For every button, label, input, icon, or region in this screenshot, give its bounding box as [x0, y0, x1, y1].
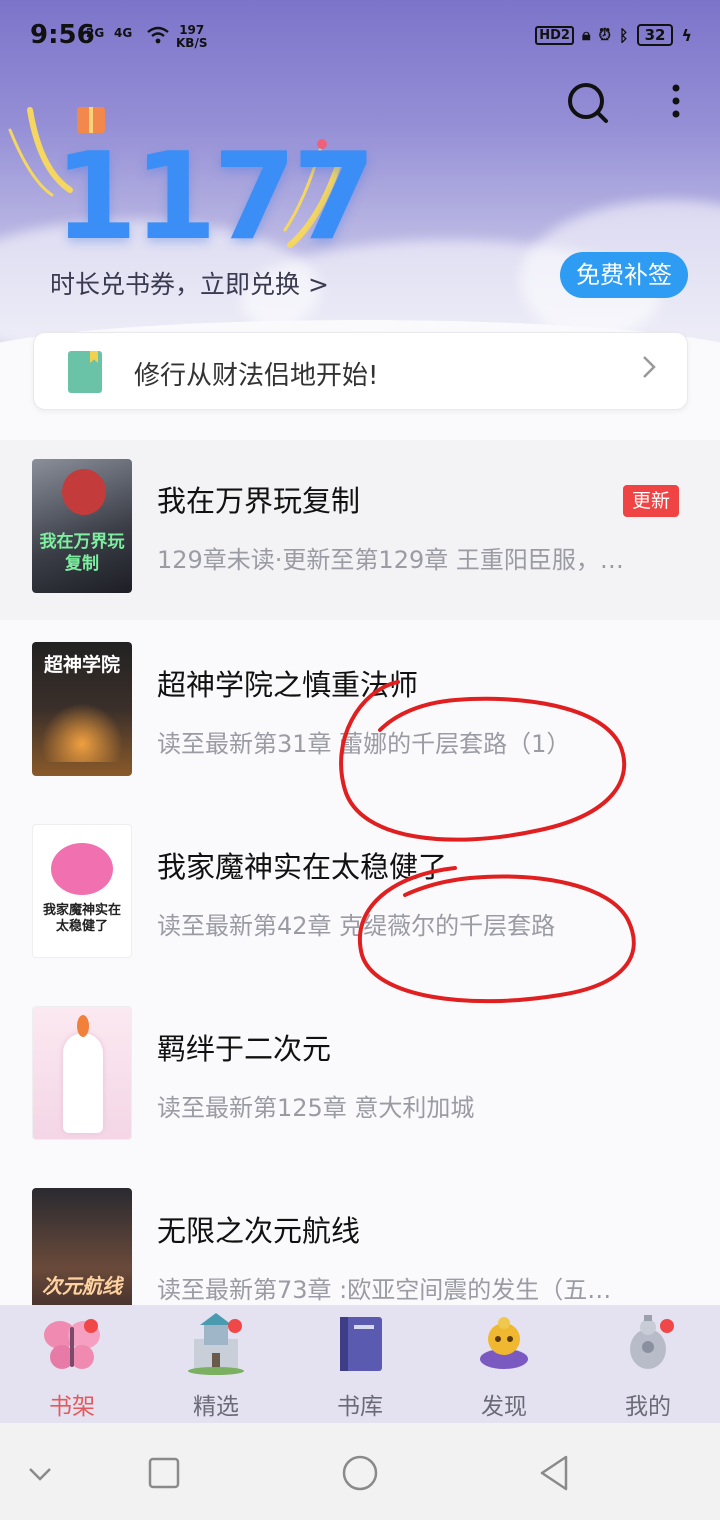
tab-featured[interactable]: 精选 — [144, 1305, 288, 1423]
book-progress: 读至最新第42章 克缇薇尔的千层套路 — [157, 912, 556, 940]
book-progress: 读至最新第31章 蕾娜的千层套路（1） — [157, 730, 571, 758]
book-icon — [330, 1313, 390, 1375]
notification-dot — [660, 1319, 674, 1333]
signal-2g: 2G — [86, 26, 105, 40]
signal-4g: 4G — [114, 26, 133, 40]
genie-lamp-icon — [474, 1313, 534, 1375]
chevron-right-icon — [641, 353, 657, 389]
home-icon[interactable] — [338, 1451, 382, 1495]
tab-discover[interactable]: 发现 — [432, 1305, 576, 1423]
book-title: 我家魔神实在太稳健了 — [157, 850, 448, 884]
tab-library[interactable]: 书库 — [288, 1305, 432, 1423]
book-progress: 读至最新第73章 :欧亚空间震的发生（五… — [157, 1276, 612, 1304]
book-title: 羁绊于二次元 — [157, 1032, 332, 1066]
tab-bookshelf[interactable]: 书架 — [0, 1305, 144, 1423]
charging-icon: ϟ — [681, 25, 692, 45]
book-cover: 我家魔神实在太稳健了 — [32, 824, 132, 958]
cover-art — [63, 1033, 103, 1133]
bookmark-book-icon — [68, 351, 102, 393]
wifi-icon — [146, 26, 170, 48]
more-menu-icon[interactable] — [654, 80, 698, 126]
book-cover: 我在万界玩复制 — [32, 459, 132, 593]
cover-title: 我在万界玩复制 — [39, 532, 125, 574]
banner-text: 修行从财法侣地开始! — [134, 361, 379, 391]
hd-label: HD2 — [535, 25, 574, 45]
tab-label: 发现 — [481, 1394, 527, 1420]
status-right-icons: HD2 🔒︎ ⏰︎ ᛒ 32 ϟ — [535, 24, 692, 46]
status-time: 9:56 — [30, 20, 95, 50]
network-speed: 197 KB/S — [176, 24, 207, 50]
cover-art — [51, 843, 113, 895]
book-item[interactable]: 超神学院 超神学院之慎重法师 读至最新第31章 蕾娜的千层套路（1） — [0, 622, 720, 802]
book-cover: 次元航线 — [32, 1188, 132, 1322]
book-cover: 超神学院 — [32, 642, 132, 776]
system-nav-bar — [0, 1423, 720, 1520]
cover-title: 超神学院 — [43, 654, 120, 676]
bluetooth-icon: ᛒ — [618, 25, 629, 45]
book-title: 超神学院之慎重法师 — [157, 668, 419, 702]
cover-art — [77, 1015, 89, 1037]
book-item[interactable]: 羁绊于二次元 读至最新第125章 意大利加城 — [0, 986, 720, 1166]
chevron-down-icon[interactable] — [18, 1451, 62, 1495]
tab-label: 我的 — [625, 1394, 671, 1420]
cover-title: 次元航线 — [42, 1274, 122, 1298]
cover-title: 我家魔神实在太稳健了 — [42, 903, 121, 934]
update-badge: 更新 — [623, 485, 679, 517]
tab-label: 书架 — [49, 1394, 95, 1420]
search-icon[interactable] — [564, 80, 610, 126]
recommend-banner[interactable]: 修行从财法侣地开始! — [33, 332, 688, 410]
back-icon[interactable] — [534, 1451, 578, 1495]
battery-level: 32 — [636, 24, 674, 46]
cover-art — [62, 469, 106, 515]
book-title: 无限之次元航线 — [157, 1214, 361, 1248]
recent-apps-icon[interactable] — [142, 1451, 186, 1495]
speed-unit: KB/S — [176, 36, 208, 50]
reading-time-counter: 1177 — [54, 128, 376, 267]
lock-icon: 🔒︎ — [581, 25, 591, 44]
notification-dot — [84, 1319, 98, 1333]
alarm-icon: ⏰︎ — [598, 25, 611, 44]
tab-profile[interactable]: 我的 — [576, 1305, 720, 1423]
book-progress: 读至最新第125章 意大利加城 — [157, 1094, 475, 1122]
notification-dot — [228, 1319, 242, 1333]
tab-label: 精选 — [193, 1394, 239, 1420]
header-banner: 9:56 2G 4G 197 KB/S HD2 🔒︎ ⏰︎ ᛒ 32 ϟ 117… — [0, 0, 720, 360]
book-progress: 129章未读·更新至第129章 王重阳臣服，… — [157, 546, 624, 574]
book-cover — [32, 1006, 132, 1140]
free-signin-button[interactable]: 免费补签 — [560, 252, 688, 298]
tab-label: 书库 — [337, 1394, 383, 1420]
book-title: 我在万界玩复制 — [157, 484, 361, 518]
exchange-link[interactable]: 时长兑书券，立即兑换 > — [50, 265, 329, 301]
status-bar: 9:56 2G 4G 197 KB/S HD2 🔒︎ ⏰︎ ᛒ 32 ϟ — [0, 0, 720, 72]
book-item[interactable]: 我在万界玩复制 我在万界玩复制 更新 129章未读·更新至第129章 王重阳臣服… — [0, 440, 720, 620]
cover-art — [42, 702, 122, 762]
bottom-tab-bar: 书架 精选 书库 发现 我的 — [0, 1305, 720, 1423]
book-item[interactable]: 我家魔神实在太稳健了 我家魔神实在太稳健了 读至最新第42章 克缇薇尔的千层套路 — [0, 804, 720, 984]
